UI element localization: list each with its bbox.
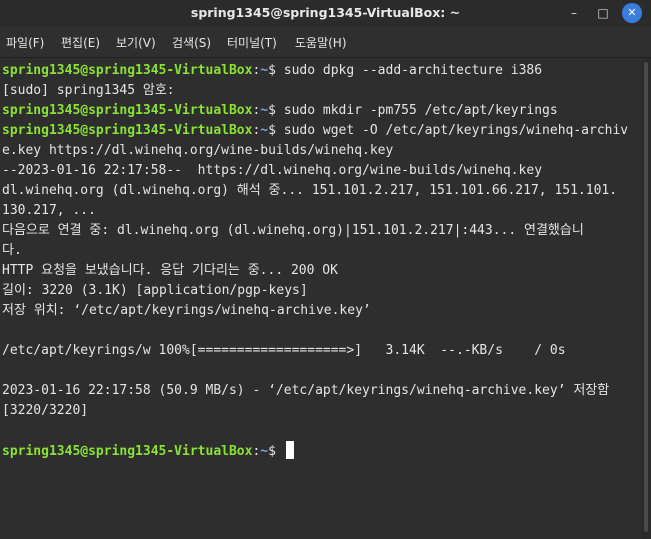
output-line: 2023-01-16 22:17:58 (50.9 MB/s) - ‘/etc/…	[2, 381, 640, 401]
prompt-user-host: spring1345@spring1345-VirtualBox	[2, 444, 253, 459]
command-text: sudo wget -O /etc/apt/keyrings/winehq-ar…	[283, 123, 629, 138]
title-bar[interactable]: spring1345@spring1345-VirtualBox: ~ – □ …	[0, 0, 651, 26]
output-text: dl.winehq.org (dl.winehq.org) 해석 중... 15…	[2, 183, 618, 198]
maximize-button[interactable]: □	[592, 2, 614, 24]
terminal-output[interactable]: spring1345@spring1345-VirtualBox:~$ sudo…	[0, 58, 641, 539]
output-text: [sudo] spring1345 암호:	[2, 83, 175, 98]
output-line: 130.217, ...	[2, 201, 640, 221]
menu-terminal[interactable]: 터미널(T)	[227, 26, 277, 58]
window-title: spring1345@spring1345-VirtualBox: ~	[190, 5, 461, 20]
menu-view[interactable]: 보기(V)	[116, 26, 156, 58]
prompt-user-host: spring1345@spring1345-VirtualBox	[2, 123, 253, 138]
output-line: --2023-01-16 22:17:58-- https://dl.wineh…	[2, 161, 640, 181]
command-line: spring1345@spring1345-VirtualBox:~$ sudo…	[2, 121, 640, 141]
prompt-sign: $	[268, 63, 284, 78]
menu-help[interactable]: 도움말(H)	[295, 26, 347, 58]
prompt-sign: $	[268, 123, 284, 138]
output-line: 길이: 3220 (3.1K) [application/pgp-keys]	[2, 281, 640, 301]
output-line: HTTP 요청을 보냈습니다. 응답 기다리는 중... 200 OK	[2, 261, 640, 281]
menu-bar: 파일(F) 편집(E) 보기(V) 검색(S) 터미널(T) 도움말(H)	[0, 26, 651, 58]
command-line: spring1345@spring1345-VirtualBox:~$	[2, 441, 640, 461]
output-text: /etc/apt/keyrings/w 100%[===============…	[2, 343, 566, 358]
prompt-path: ~	[260, 103, 269, 118]
scrollbar[interactable]	[641, 58, 651, 539]
output-line: 다음으로 연결 중: dl.winehq.org (dl.winehq.org)…	[2, 221, 640, 241]
output-line: [sudo] spring1345 암호:	[2, 81, 640, 101]
output-text: 2023-01-16 22:17:58 (50.9 MB/s) - ‘/etc/…	[2, 383, 610, 398]
output-line: 저장 위치: ‘/etc/apt/keyrings/winehq-archive…	[2, 301, 640, 321]
command-text: sudo dpkg --add-architecture i386	[283, 63, 543, 78]
prompt-path: ~	[260, 123, 269, 138]
minimize-button[interactable]: –	[563, 2, 585, 24]
prompt-path: ~	[260, 444, 269, 459]
output-text: e.key https://dl.winehq.org/wine-builds/…	[2, 143, 394, 158]
output-text: 길이: 3220 (3.1K) [application/pgp-keys]	[2, 283, 308, 298]
menu-file[interactable]: 파일(F)	[6, 26, 44, 58]
command-text: sudo mkdir -pm755 /etc/apt/keyrings	[283, 103, 558, 118]
output-text: 다.	[2, 243, 22, 258]
prompt-user-host: spring1345@spring1345-VirtualBox	[2, 103, 253, 118]
output-text: 130.217, ...	[2, 203, 96, 218]
output-text: HTTP 요청을 보냈습니다. 응답 기다리는 중... 200 OK	[2, 263, 338, 278]
command-line: spring1345@spring1345-VirtualBox:~$ sudo…	[2, 101, 640, 121]
prompt-sign: $	[268, 103, 284, 118]
scrollbar-thumb[interactable]	[644, 62, 648, 532]
output-line: [3220/3220]	[2, 401, 640, 421]
output-line: /etc/apt/keyrings/w 100%[===============…	[2, 341, 640, 361]
command-line: spring1345@spring1345-VirtualBox:~$ sudo…	[2, 61, 640, 81]
close-button[interactable]: ✕	[622, 3, 642, 23]
menu-edit[interactable]: 편집(E)	[61, 26, 100, 58]
prompt-path: ~	[260, 63, 269, 78]
prompt-user-host: spring1345@spring1345-VirtualBox	[2, 63, 253, 78]
output-text: 저장 위치: ‘/etc/apt/keyrings/winehq-archive…	[2, 303, 371, 318]
output-text: 다음으로 연결 중: dl.winehq.org (dl.winehq.org)…	[2, 223, 584, 238]
menu-search[interactable]: 검색(S)	[172, 26, 211, 58]
output-line: dl.winehq.org (dl.winehq.org) 해석 중... 15…	[2, 181, 640, 201]
output-text: --2023-01-16 22:17:58-- https://dl.wineh…	[2, 163, 543, 178]
output-line: e.key https://dl.winehq.org/wine-builds/…	[2, 141, 640, 161]
text-cursor	[285, 441, 294, 459]
output-text: [3220/3220]	[2, 403, 89, 418]
output-line: 다.	[2, 241, 640, 261]
terminal-window: spring1345@spring1345-VirtualBox: ~ – □ …	[0, 0, 651, 539]
prompt-sign: $	[268, 444, 284, 459]
